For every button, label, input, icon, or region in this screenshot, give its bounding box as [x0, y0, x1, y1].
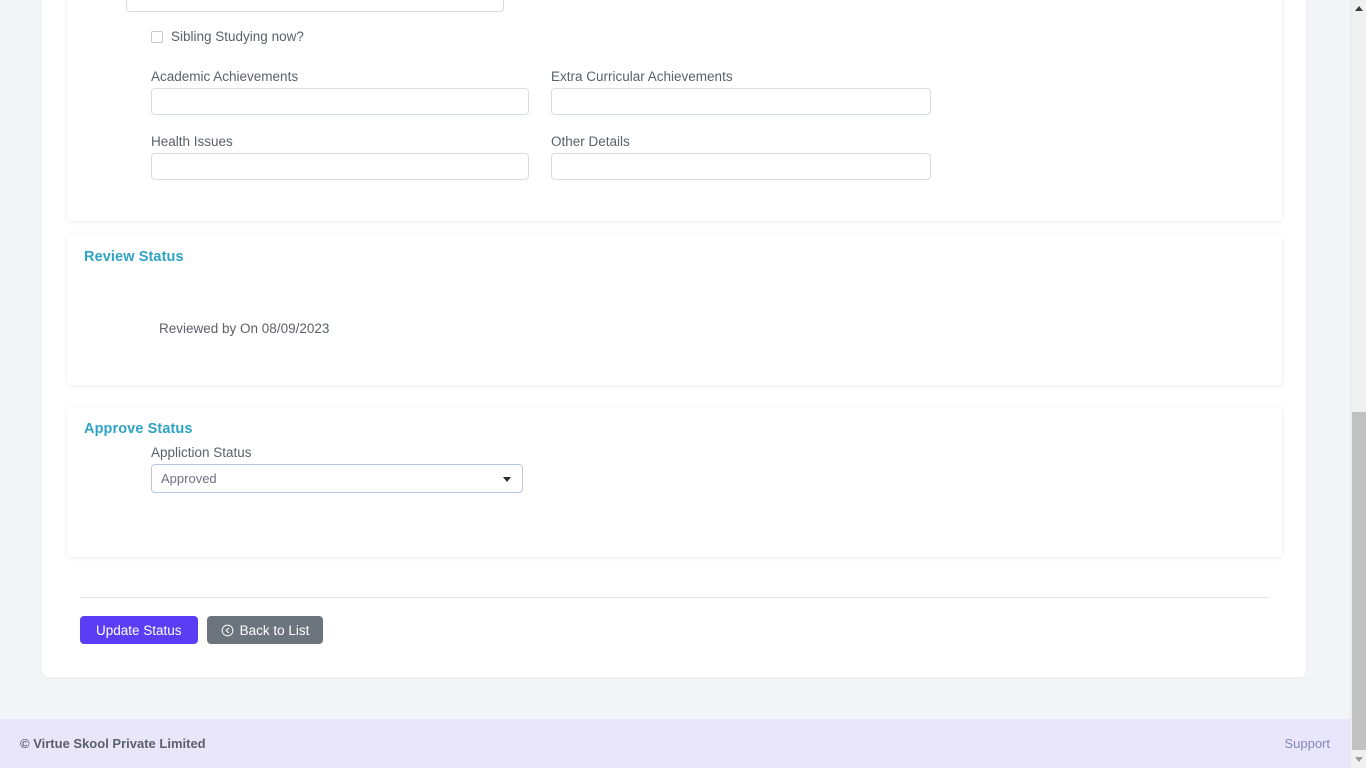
application-status-select[interactable]: Approved — [151, 464, 523, 493]
panel-student-details: Sibling Studying now? Academic Achieveme… — [67, 0, 1282, 221]
actions-divider — [80, 597, 1268, 598]
update-status-button[interactable]: Update Status — [80, 616, 198, 644]
footer-copyright: © Virtue Skool Private Limited — [20, 736, 206, 751]
sibling-studying-checkbox[interactable] — [151, 30, 163, 43]
footer-support-link[interactable]: Support — [1284, 736, 1330, 751]
other-details-input[interactable] — [551, 153, 931, 180]
panel-approve-status: Approve Status Appliction Status Approve… — [67, 407, 1282, 557]
review-status-title: Review Status — [84, 249, 184, 265]
application-status-label: Appliction Status — [151, 445, 252, 460]
scrollbar-up-button[interactable] — [1351, 0, 1366, 17]
action-buttons: Update Status Back to List — [80, 616, 324, 644]
sibling-studying-row[interactable]: Sibling Studying now? — [151, 29, 304, 44]
approve-status-title: Approve Status — [84, 421, 193, 437]
scrollbar-down-button[interactable] — [1351, 751, 1366, 768]
back-to-list-button[interactable]: Back to List — [206, 616, 324, 644]
caret-up-icon — [1355, 6, 1363, 11]
back-to-list-label: Back to List — [239, 622, 310, 638]
panel-review-status: Review Status Reviewed by On 08/09/2023 — [67, 235, 1282, 385]
extra-curricular-achievements-input[interactable] — [551, 88, 931, 115]
application-status-select-wrapper[interactable]: Approved — [151, 464, 523, 493]
previous-field-input[interactable] — [126, 0, 504, 12]
scrollbar-thumb[interactable] — [1352, 412, 1366, 750]
other-details-label: Other Details — [551, 134, 630, 149]
health-issues-label: Health Issues — [151, 134, 233, 149]
arrow-circle-left-icon — [221, 624, 234, 637]
academic-achievements-label: Academic Achievements — [151, 69, 299, 84]
caret-down-icon — [1355, 757, 1363, 762]
review-status-text: Reviewed by On 08/09/2023 — [159, 321, 330, 336]
sibling-studying-label: Sibling Studying now? — [171, 29, 304, 44]
page-footer: © Virtue Skool Private Limited Support — [0, 719, 1350, 768]
page-root: Sibling Studying now? Academic Achieveme… — [0, 0, 1350, 768]
extra-curricular-achievements-label: Extra Curricular Achievements — [551, 69, 733, 84]
vertical-scrollbar[interactable] — [1350, 0, 1366, 768]
form-container-card: Sibling Studying now? Academic Achieveme… — [42, 0, 1306, 677]
academic-achievements-input[interactable] — [151, 88, 529, 115]
health-issues-input[interactable] — [151, 153, 529, 180]
